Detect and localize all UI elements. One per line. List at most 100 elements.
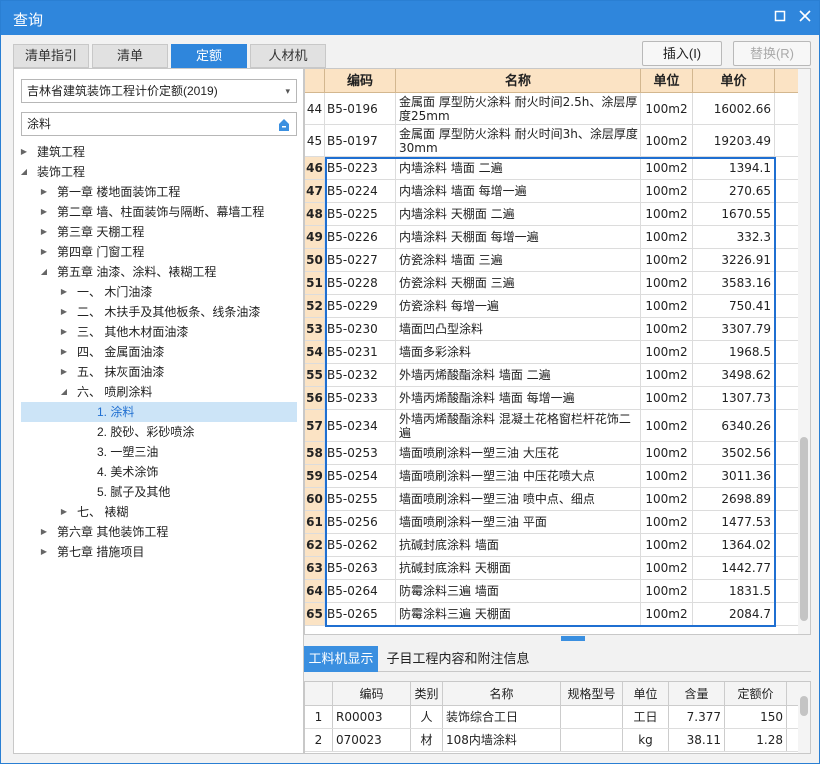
code-cell[interactable]: B5-0262: [325, 534, 396, 556]
qty-cell[interactable]: 7.377: [669, 706, 725, 728]
unit-header[interactable]: 单位: [623, 682, 669, 705]
table-row[interactable]: 51 B5-0228 仿瓷涂料 天棚面 三遍 100m2 3583.16: [305, 272, 799, 295]
expand-icon[interactable]: ▶: [39, 522, 49, 542]
name-cell[interactable]: 防霉涂料三遍 墙面: [396, 580, 641, 602]
unit-cell[interactable]: 100m2: [641, 180, 693, 202]
code-cell[interactable]: B5-0223: [325, 157, 396, 179]
name-cell[interactable]: 墙面喷刷涂料一塑三油 平面: [396, 511, 641, 533]
expand-icon[interactable]: ▶: [19, 142, 29, 162]
name-cell[interactable]: 内墙涂料 墙面 每增一遍: [396, 180, 641, 202]
code-cell[interactable]: B5-0254: [325, 465, 396, 487]
tree-node[interactable]: ▶ 七、 裱糊: [21, 502, 297, 522]
name-cell[interactable]: 墙面喷刷涂料一塑三油 大压花: [396, 442, 641, 464]
collapse-icon[interactable]: ◢: [39, 262, 49, 282]
price-cell[interactable]: 2084.7: [693, 603, 775, 625]
unit-cell[interactable]: 100m2: [641, 125, 693, 156]
table-row[interactable]: 60 B5-0255 墙面喷刷涂料一塑三油 喷中点、细点 100m2 2698.89: [305, 488, 799, 511]
name-cell[interactable]: 金属面 厚型防火涂料 耐火时间2.5h、涂层厚度25mm: [396, 93, 641, 124]
price-cell[interactable]: 2698.89: [693, 488, 775, 510]
tab-bill[interactable]: 清单: [92, 44, 168, 68]
collapse-icon[interactable]: ◢: [19, 162, 29, 182]
name-cell[interactable]: 墙面喷刷涂料一塑三油 中压花喷大点: [396, 465, 641, 487]
code-cell[interactable]: B5-0228: [325, 272, 396, 294]
unit-cell[interactable]: 100m2: [641, 603, 693, 625]
unit-cell[interactable]: 100m2: [641, 465, 693, 487]
code-cell[interactable]: B5-0232: [325, 364, 396, 386]
name-cell[interactable]: 内墙涂料 墙面 二遍: [396, 157, 641, 179]
price-cell[interactable]: 16002.66: [693, 93, 775, 124]
unit-cell[interactable]: 100m2: [641, 580, 693, 602]
table-row[interactable]: 47 B5-0224 内墙涂料 墙面 每增一遍 100m2 270.65: [305, 180, 799, 203]
code-header[interactable]: 编码: [333, 682, 411, 705]
name-cell[interactable]: 仿瓷涂料 每增一遍: [396, 295, 641, 317]
price-cell[interactable]: 6340.26: [693, 410, 775, 441]
tree-node[interactable]: 5. 腻子及其他: [21, 482, 297, 502]
name-cell[interactable]: 外墙丙烯酸酯涂料 混凝土花格窗栏杆花饰二遍: [396, 410, 641, 441]
tree-node[interactable]: ▶ 第三章 天棚工程: [21, 222, 297, 242]
unit-cell[interactable]: 100m2: [641, 364, 693, 386]
table-row[interactable]: 46 B5-0223 内墙涂料 墙面 二遍 100m2 1394.1: [305, 157, 799, 180]
splitter-handle[interactable]: [561, 636, 585, 641]
tab-resource-display[interactable]: 工料机显示: [304, 646, 378, 672]
unit-cell[interactable]: 100m2: [641, 387, 693, 409]
resource-grid-scrollbar[interactable]: [798, 682, 810, 753]
expand-icon[interactable]: ▶: [59, 502, 69, 522]
table-row[interactable]: 50 B5-0227 仿瓷涂料 墙面 三遍 100m2 3226.91: [305, 249, 799, 272]
type-header[interactable]: 类别: [411, 682, 443, 705]
unit-cell[interactable]: 100m2: [641, 93, 693, 124]
table-row[interactable]: 52 B5-0229 仿瓷涂料 每增一遍 100m2 750.41: [305, 295, 799, 318]
spec-header[interactable]: 规格型号: [561, 682, 623, 705]
tree-node[interactable]: ▶ 五、 抹灰面油漆: [21, 362, 297, 382]
tab-bill-guide[interactable]: 清单指引: [13, 44, 89, 68]
code-cell[interactable]: B5-0196: [325, 93, 396, 124]
grid-scrollbar[interactable]: [798, 69, 810, 634]
tree-node[interactable]: ▶ 二、 木扶手及其他板条、线条油漆: [21, 302, 297, 322]
price-cell[interactable]: 3498.62: [693, 364, 775, 386]
tree-node[interactable]: ▶ 一、 木门油漆: [21, 282, 297, 302]
code-cell[interactable]: B5-0263: [325, 557, 396, 579]
name-cell[interactable]: 墙面凹凸型涂料: [396, 318, 641, 340]
code-cell[interactable]: B5-0197: [325, 125, 396, 156]
code-cell[interactable]: B5-0225: [325, 203, 396, 225]
unit-cell[interactable]: 100m2: [641, 341, 693, 363]
expand-icon[interactable]: ▶: [39, 542, 49, 562]
table-row[interactable]: 64 B5-0264 防霉涂料三遍 墙面 100m2 1831.5: [305, 580, 799, 603]
price-header[interactable]: 单价: [693, 69, 775, 93]
price-cell[interactable]: 1442.77: [693, 557, 775, 579]
search-input[interactable]: 涂料: [21, 112, 297, 136]
name-cell[interactable]: 仿瓷涂料 天棚面 三遍: [396, 272, 641, 294]
name-cell[interactable]: 108内墙涂料: [443, 729, 561, 751]
maximize-icon[interactable]: [773, 10, 787, 24]
name-cell[interactable]: 装饰综合工日: [443, 706, 561, 728]
price-cell[interactable]: 1968.5: [693, 341, 775, 363]
price-cell[interactable]: 1670.55: [693, 203, 775, 225]
table-row[interactable]: 49 B5-0226 内墙涂料 天棚面 每增一遍 100m2 332.3: [305, 226, 799, 249]
table-row[interactable]: 45 B5-0197 金属面 厚型防火涂料 耐火时间3h、涂层厚度30mm 100m2…: [305, 125, 799, 157]
unit-cell[interactable]: 100m2: [641, 557, 693, 579]
price-cell[interactable]: 3226.91: [693, 249, 775, 271]
code-cell[interactable]: B5-0233: [325, 387, 396, 409]
code-cell[interactable]: B5-0230: [325, 318, 396, 340]
unit-cell[interactable]: 100m2: [641, 410, 693, 441]
tree-node[interactable]: 2. 胶砂、彩砂喷涂: [21, 422, 297, 442]
price-cell[interactable]: 19203.49: [693, 125, 775, 156]
spec-cell[interactable]: [561, 729, 623, 751]
tree-node[interactable]: ▶ 三、 其他木材面油漆: [21, 322, 297, 342]
quota-library-select[interactable]: 吉林省建筑装饰工程计价定额(2019) ▾: [21, 79, 297, 103]
tree-node[interactable]: ▶ 第七章 措施项目: [21, 542, 297, 562]
expand-icon[interactable]: ▶: [59, 342, 69, 362]
unit-cell[interactable]: kg: [623, 729, 669, 751]
name-cell[interactable]: 金属面 厚型防火涂料 耐火时间3h、涂层厚度30mm: [396, 125, 641, 156]
quota-price-header[interactable]: 定额价: [725, 682, 787, 705]
tree-node[interactable]: ▶ 四、 金属面油漆: [21, 342, 297, 362]
table-row[interactable]: 55 B5-0232 外墙丙烯酸酯涂料 墙面 二遍 100m2 3498.62: [305, 364, 799, 387]
price-cell[interactable]: 1477.53: [693, 511, 775, 533]
price-cell[interactable]: 3502.56: [693, 442, 775, 464]
expand-icon[interactable]: ▶: [59, 302, 69, 322]
tree-node[interactable]: 3. 一塑三油: [21, 442, 297, 462]
table-row[interactable]: 54 B5-0231 墙面多彩涂料 100m2 1968.5: [305, 341, 799, 364]
unit-cell[interactable]: 100m2: [641, 488, 693, 510]
unit-cell[interactable]: 100m2: [641, 249, 693, 271]
expand-icon[interactable]: ▶: [59, 362, 69, 382]
price-cell[interactable]: 1.28: [725, 729, 787, 751]
